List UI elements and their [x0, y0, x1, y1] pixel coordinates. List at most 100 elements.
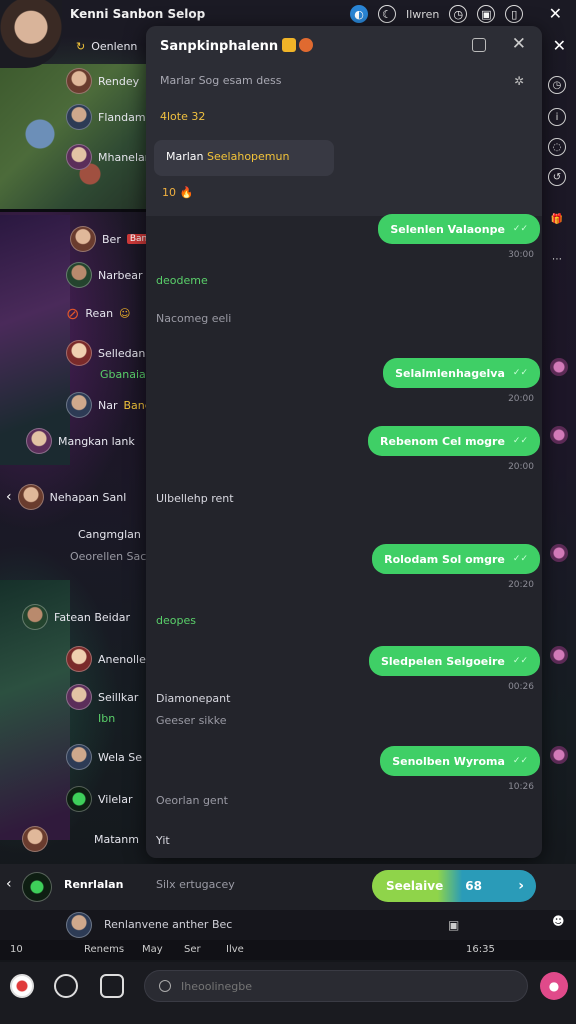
message-text: Rebenom Cel mogre [380, 434, 505, 448]
list-item[interactable]: Mangkan lank [26, 428, 135, 454]
pinned-card[interactable]: Marlan Seelahopemun [154, 140, 334, 176]
list-item[interactable]: Seillkar [66, 684, 138, 710]
mic-icon[interactable]: ● [540, 972, 568, 1000]
chat-header: Sanpkinphalenn ✕ Marlar Sog esam dess ✲ … [146, 26, 542, 216]
read-ticks-icon: ✓✓ [512, 368, 528, 378]
list-item[interactable]: Matanm [22, 826, 139, 852]
camera-icon[interactable]: ▣ [448, 918, 459, 932]
message-time: 30:00 [508, 250, 534, 260]
message-time: 20:00 [508, 462, 534, 472]
window-title: Kenni Sanbon Selop [70, 7, 206, 21]
screen-icon[interactable] [100, 974, 124, 998]
close-icon[interactable]: ✕ [549, 4, 562, 23]
level-badge-icon [299, 38, 314, 52]
list-item[interactable]: Wela Se [66, 744, 142, 770]
gear-icon[interactable]: ✲ [514, 74, 524, 88]
avatar [66, 912, 92, 938]
chevron-left-icon[interactable]: ‹ [6, 489, 12, 505]
message-bubble-out[interactable]: Rolodam Sol omgre ✓✓ [372, 544, 540, 574]
gift-icon[interactable]: 🎁 [548, 210, 566, 228]
shield-icon[interactable]: ▣ [477, 5, 496, 23]
list-item[interactable]: Narbear [66, 262, 143, 288]
preview-text: Renlanvene anther Bec [104, 918, 233, 931]
list-item[interactable]: Rendey [66, 68, 139, 94]
list-item[interactable]: Cangmglan [78, 528, 141, 541]
list-item[interactable]: Anenolle [66, 646, 146, 672]
message-count: 10 🔥 [162, 186, 194, 199]
status-item: Ser [184, 944, 201, 955]
chat-title: Sanpkinphalenn [160, 39, 279, 54]
message-bubble-out[interactable]: Sledpelen Selgoeire ✓✓ [368, 646, 540, 676]
search-bar[interactable] [144, 970, 528, 1002]
avatar [17, 484, 44, 510]
bookmark-icon[interactable]: ▯ [505, 5, 524, 23]
message-bubble-out[interactable]: Rebenom Cel mogre ✓✓ [368, 426, 540, 456]
message-in[interactable]: Oeorlan gent [156, 794, 228, 807]
avatar [66, 392, 92, 418]
search-input[interactable] [181, 979, 481, 993]
message-in[interactable]: Nacomeg eeli [156, 312, 231, 325]
message-time: 10:26 [508, 782, 534, 792]
message-in[interactable]: deopes [156, 614, 196, 627]
list-item[interactable]: Fatean Beidar [22, 604, 130, 630]
message-bubble-out[interactable]: Selenlen Valaonpe ✓✓ [378, 214, 540, 244]
list-item-tag: Gbanaiar [100, 368, 151, 381]
link-icon[interactable] [54, 974, 78, 998]
composer-hint[interactable]: Silx ertugacey [156, 878, 235, 891]
message-time: 00:26 [508, 682, 534, 692]
list-item-name: Nar [98, 398, 118, 412]
clock-icon[interactable]: ◷ [449, 5, 468, 23]
message-in[interactable]: Diamonepant [156, 692, 230, 705]
bottom-bar: ● [0, 962, 576, 1024]
message-in[interactable]: deodeme [156, 274, 208, 287]
avatar [550, 646, 568, 664]
message-in[interactable]: Yit [156, 834, 170, 847]
list-item-name: Narbear [98, 268, 143, 282]
message-text: Senolben Wyroma [392, 754, 505, 768]
avatar [22, 872, 52, 902]
browser-icon[interactable]: ◐ [350, 5, 368, 23]
read-ticks-icon: ✓✓ [512, 436, 528, 446]
history-icon[interactable]: ↺ [548, 168, 566, 186]
list-item-sub: Oeorellen Sac [70, 550, 146, 563]
info-icon[interactable]: i [548, 108, 566, 126]
list-item[interactable]: Nar Bane [66, 392, 152, 418]
list-item[interactable]: ↻ Oenlenn [76, 40, 137, 53]
chat-subtitle: Marlar Sog esam dess [160, 74, 282, 87]
message-bubble-out[interactable]: Selalmlenhagelva ✓✓ [383, 358, 540, 388]
list-item-name: Selledan [98, 346, 146, 360]
list-item[interactable]: Vilelar [66, 786, 132, 812]
minimize-icon[interactable] [472, 38, 486, 52]
avatar [22, 604, 48, 630]
list-item-sub: Ibn [98, 712, 115, 725]
message-in[interactable]: Geeser sikke [156, 714, 226, 727]
list-item-name: Ber [102, 232, 121, 246]
more-icon[interactable]: ⋯ [548, 250, 566, 268]
list-item-name: Fatean Beidar [54, 610, 130, 624]
list-item[interactable]: ⊘ Rean ☺ [66, 304, 131, 323]
chat-icon[interactable]: ◌ [548, 138, 566, 156]
list-item[interactable]: Flandam [66, 104, 146, 130]
avatar [550, 358, 568, 376]
chevron-left-icon[interactable]: ‹ [6, 876, 12, 892]
status-item: 10 [10, 944, 23, 955]
list-item[interactable]: Mhanelan [66, 144, 152, 170]
status-item: Ilve [226, 944, 244, 955]
send-button[interactable]: Seelaive 68 › [372, 870, 536, 902]
clock-icon[interactable]: ◷ [548, 76, 566, 94]
list-item[interactable]: Selledan [66, 340, 145, 366]
close-icon[interactable]: ✕ [512, 34, 526, 54]
list-item[interactable]: Ber Ban [70, 226, 151, 252]
status-text: Ilwren [406, 7, 440, 21]
message-bubble-out[interactable]: Senolben Wyroma ✓✓ [380, 746, 540, 776]
list-item-name: Nehapan Sanl [49, 490, 127, 504]
conversation-list: ↻ Oenlenn Rendey Flandam Mhanelan Ber Ban … [0, 30, 152, 910]
moon-icon[interactable]: ☾ [378, 5, 396, 23]
list-item[interactable]: ‹ Nehapan Sanl [6, 484, 126, 510]
message-in[interactable]: Ulbellehp rent [156, 492, 234, 505]
message-time: 20:00 [508, 394, 534, 404]
close-icon[interactable]: ✕ [553, 36, 566, 55]
preview-strip[interactable]: Renlanvene anther Bec ▣ ☻ [0, 910, 576, 940]
panda-icon[interactable]: ☻ [552, 914, 565, 928]
record-icon[interactable] [10, 974, 34, 998]
